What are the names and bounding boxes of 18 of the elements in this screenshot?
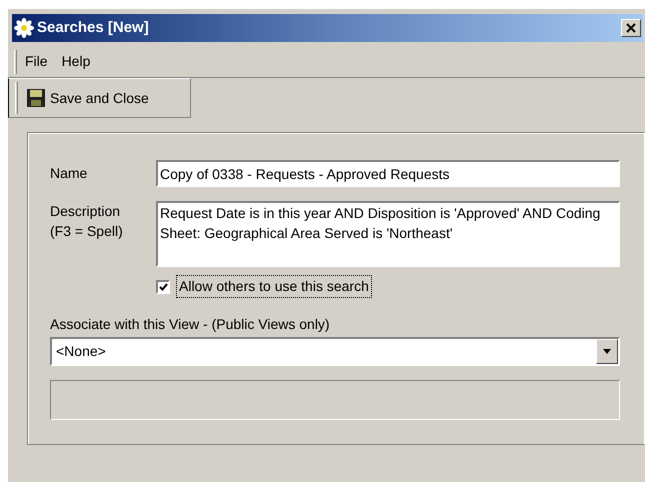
view-label: Associate with this View - (Public Views only) <box>50 315 331 334</box>
description-field[interactable]: Request Date is in this year AND Disposition is 'Approved' AND Coding Sheet: Geographical Area Served is 'Northeast' <box>156 201 620 267</box>
window-title: Searches [New] <box>37 18 149 38</box>
view-dropdown[interactable]: <None> <box>50 337 620 366</box>
menu-item[interactable]: Help <box>62 51 90 72</box>
flower-icon <box>14 18 34 38</box>
close-icon <box>626 23 636 33</box>
caret-icon <box>603 349 611 354</box>
name-field[interactable]: Copy of 0338 - Requests - Approved Requests <box>156 160 620 187</box>
description-label: Description <box>50 202 122 221</box>
spell-hint: (F3 = Spell) <box>50 222 124 241</box>
name-label: Name <box>50 164 88 183</box>
close-button[interactable] <box>621 19 641 37</box>
save-and-close-button[interactable]: Save and Close <box>26 88 149 108</box>
allow-others-checkbox[interactable] <box>156 280 170 294</box>
dropdown-arrow-button[interactable] <box>596 339 618 364</box>
allow-others-label[interactable]: Allow others to use this search <box>176 275 372 298</box>
menu-item[interactable]: File <box>25 51 48 72</box>
